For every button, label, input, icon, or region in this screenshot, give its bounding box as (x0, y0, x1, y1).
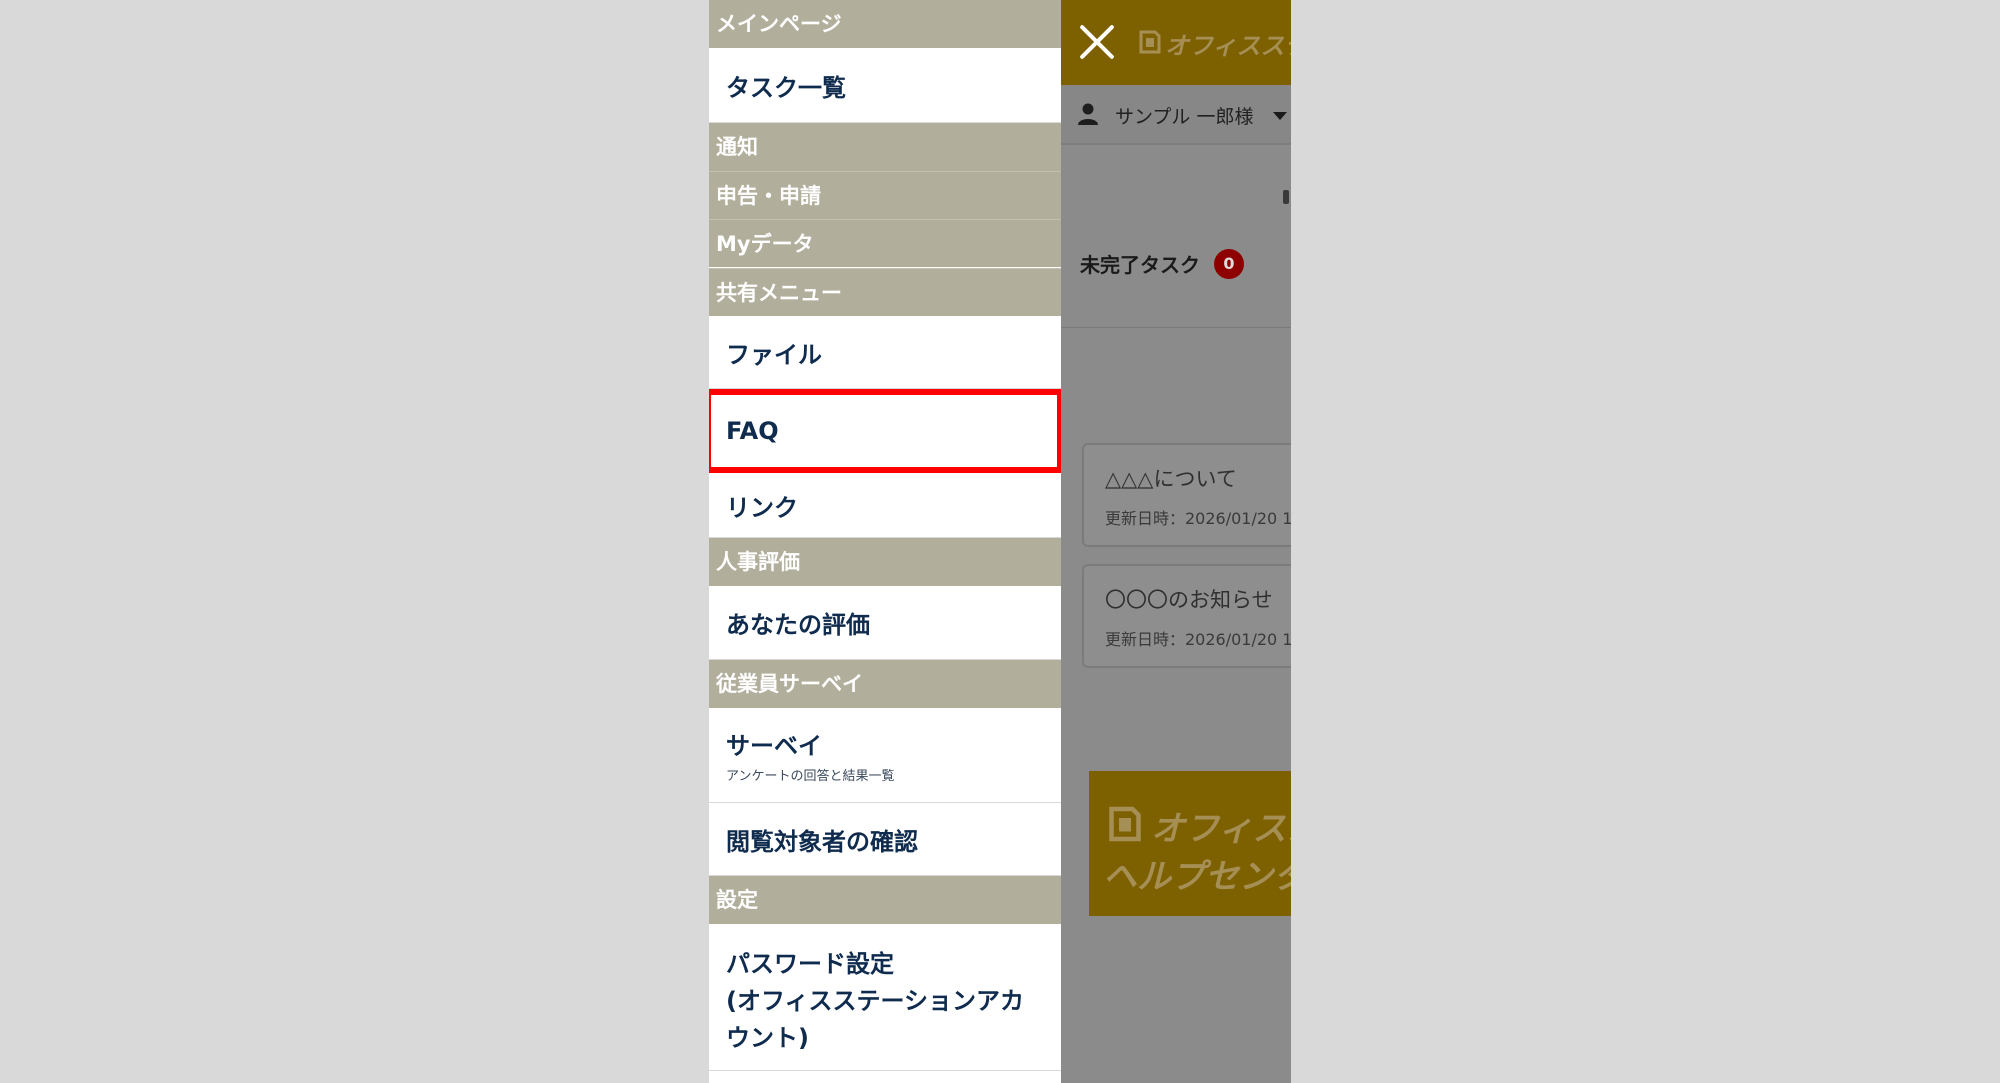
menu-item-label: あなたの評価 (726, 611, 870, 639)
menu-item-label-line2: (オフィスステーションアカ (726, 987, 1025, 1015)
menu-item-task-list[interactable]: タスク一覧 (709, 48, 1061, 123)
section-employee-survey: 従業員サーベイ (709, 660, 1061, 708)
menu-item-label: リンク (726, 493, 798, 522)
help-banner-subtitle: ヘルプセンタ (1103, 857, 1291, 897)
menu-item-sublabel: アンケートの回答と結果一覧 (726, 769, 895, 784)
menu-item-survey[interactable]: サーベイ アンケートの回答と結果一覧 (709, 708, 1061, 803)
phone-screen: メインページ タスク一覧 通知 申告・申請 Myデータ 共有メニュー ファイル … (709, 0, 1291, 1083)
help-banner-title: オフィスス (1151, 809, 1291, 849)
notice-title: 〇〇〇のお知らせ (1105, 588, 1273, 612)
logo-mark-icon (1139, 30, 1161, 54)
divider (1061, 327, 1291, 328)
section-shared-menu: 共有メニュー (709, 268, 1061, 316)
partial-glyph (1283, 190, 1289, 204)
user-name: サンプル 一郎様 (1115, 106, 1254, 128)
help-center-banner[interactable]: オフィスス ヘルプセンタ (1089, 771, 1291, 916)
menu-item-label: タスク一覧 (726, 73, 846, 102)
section-my-data[interactable]: Myデータ (709, 219, 1061, 267)
notice-updated-date: 更新日時：2026/01/20 1 (1105, 509, 1291, 528)
section-hr-evaluation: 人事評価 (709, 538, 1061, 586)
section-main-page: メインページ (709, 0, 1061, 48)
app-background-dimmed: オフィスステ サンプル 一郎様 未完了タスク 0 △△△について 更新日時：20… (1061, 0, 1291, 1083)
notice-title: △△△について (1105, 467, 1237, 491)
section-notices[interactable]: 通知 (709, 123, 1061, 171)
menu-item-label-line1: パスワード設定 (726, 950, 894, 978)
menu-item-label: FAQ (726, 416, 779, 445)
user-bar[interactable]: サンプル 一郎様 (1061, 85, 1291, 145)
menu-item-link[interactable]: リンク (709, 473, 1061, 538)
notice-updated-date: 更新日時：2026/01/20 1 (1105, 630, 1291, 649)
notice-card[interactable]: △△△について 更新日時：2026/01/20 1 (1082, 443, 1291, 547)
chevron-down-icon[interactable] (1273, 112, 1287, 120)
app-header: オフィスステ (1061, 0, 1291, 85)
menu-item-label: サーベイ (726, 732, 822, 760)
menu-item-faq[interactable]: FAQ (709, 389, 1061, 473)
menu-item-viewer-check[interactable]: 閲覧対象者の確認 (709, 803, 1061, 876)
task-count-badge: 0 (1214, 249, 1244, 279)
menu-item-password-settings[interactable]: パスワード設定 (オフィスステーションアカ ウント) (709, 924, 1061, 1071)
user-icon (1078, 103, 1098, 125)
notice-card[interactable]: 〇〇〇のお知らせ 更新日時：2026/01/20 1 (1082, 564, 1291, 668)
app-logo-text: オフィスステ (1165, 32, 1291, 60)
close-icon[interactable] (1077, 22, 1117, 62)
menu-item-label: ファイル (726, 340, 822, 369)
section-settings: 設定 (709, 876, 1061, 924)
navigation-drawer: メインページ タスク一覧 通知 申告・申請 Myデータ 共有メニュー ファイル … (709, 0, 1063, 1083)
menu-item-your-evaluation[interactable]: あなたの評価 (709, 586, 1061, 660)
menu-item-label: 閲覧対象者の確認 (726, 827, 918, 856)
incomplete-task-label: 未完了タスク (1080, 253, 1200, 277)
menu-item-label-line3: ウント) (726, 1024, 809, 1052)
menu-item-file[interactable]: ファイル (709, 316, 1061, 389)
section-applications[interactable]: 申告・申請 (709, 171, 1061, 219)
logo-mark-icon (1109, 806, 1141, 842)
